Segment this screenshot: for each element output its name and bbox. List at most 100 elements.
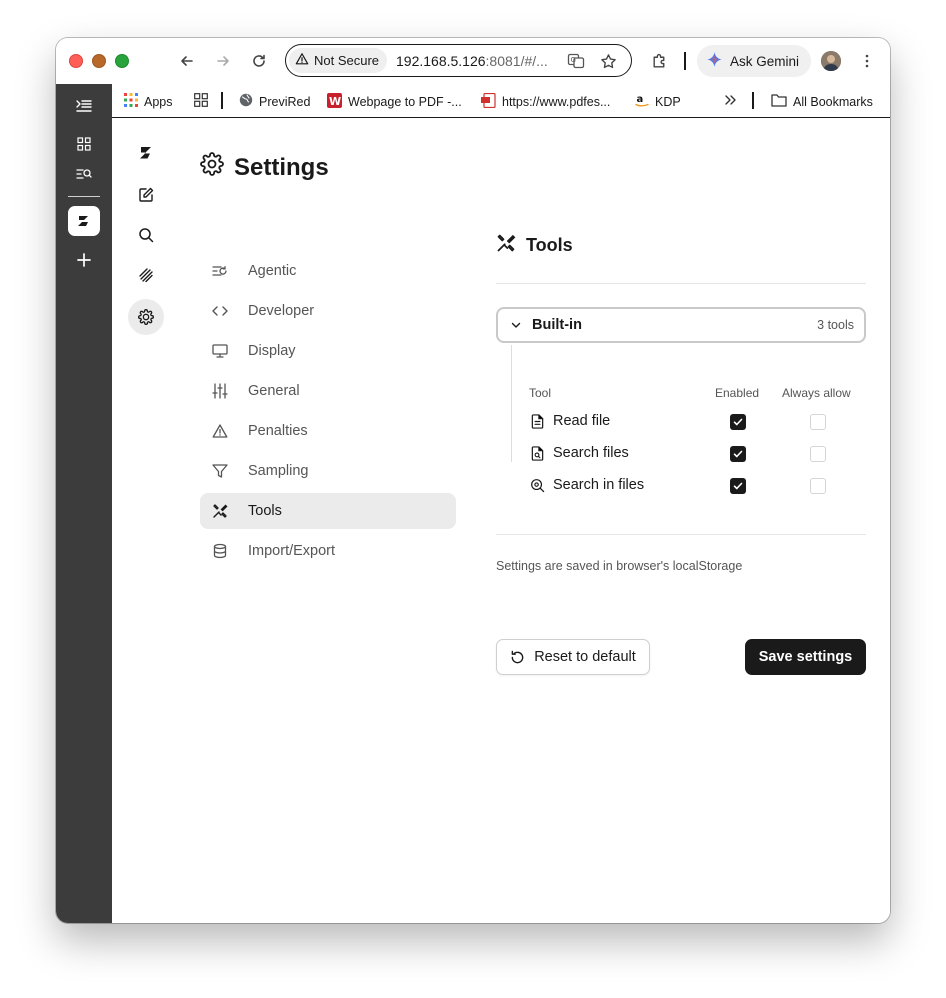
add-tab-icon[interactable] (68, 244, 100, 276)
warning-icon (295, 52, 309, 69)
app-logo-icon[interactable] (130, 137, 162, 169)
tool-name: Search files (553, 445, 629, 461)
settings-nav-display[interactable]: Display (200, 333, 456, 369)
new-chat-icon[interactable] (130, 179, 162, 211)
storage-note: Settings are saved in browser's localSto… (496, 559, 743, 573)
browser-menu-icon[interactable] (856, 50, 878, 72)
section-divider (496, 283, 866, 284)
bookmark-webpage-to-pdf[interactable]: W Webpage to PDF -... (327, 93, 462, 111)
monitor-icon (212, 344, 228, 358)
browser-window: Not Secure 192.168.5.126:8081/#/... G As… (56, 38, 890, 923)
close-window-button[interactable] (69, 54, 83, 68)
settings-nav-general[interactable]: General (200, 373, 456, 409)
rail-divider (68, 196, 100, 197)
group-name: Built-in (532, 317, 582, 333)
always-allow-checkbox[interactable] (810, 478, 826, 494)
tools-tree-line (511, 345, 512, 462)
always-allow-checkbox[interactable] (810, 414, 826, 430)
tool-row: Read file (530, 413, 610, 429)
zoom-in-icon (530, 478, 545, 493)
sidebar-rail (56, 84, 112, 923)
bookmark-pdfes[interactable]: https://www.pdfes... (481, 92, 610, 111)
settings-nav-import-export[interactable]: Import/Export (200, 533, 456, 569)
apps-grid-icon[interactable] (68, 128, 100, 160)
column-header-tool: Tool (529, 386, 552, 400)
back-arrow-icon[interactable] (176, 50, 198, 72)
bookmarks-overflow-icon[interactable] (724, 93, 738, 107)
builtin-tools-accordion[interactable]: Built-in 3 tools (496, 307, 866, 343)
enabled-checkbox[interactable] (730, 478, 746, 494)
gemini-label: Ask Gemini (730, 53, 800, 69)
page-title: Settings (200, 152, 329, 183)
forward-arrow-icon[interactable] (212, 50, 234, 72)
tools-icon (213, 504, 228, 518)
tools-section-title: Tools (496, 233, 573, 258)
tool-name: Search in files (553, 477, 645, 493)
rotate-ccw-icon (510, 650, 525, 665)
collapse-sidebar-icon[interactable] (68, 90, 100, 122)
tool-row: Search files (530, 445, 629, 461)
bookmarks-divider (221, 92, 223, 109)
code-icon (212, 306, 228, 316)
warning-icon (212, 424, 228, 438)
all-bookmarks-button[interactable]: All Bookmarks (771, 93, 873, 110)
tool-name: Read file (553, 413, 611, 429)
settings-nav-tools[interactable]: Tools (200, 493, 456, 529)
svg-text:a: a (637, 94, 644, 105)
bookmark-kdp[interactable]: a KDP (635, 93, 681, 110)
amazon-icon: a (635, 93, 649, 110)
reset-to-default-button[interactable]: Reset to default (496, 639, 650, 675)
column-header-always-allow: Always allow (782, 386, 851, 400)
tool-row: Search in files (530, 477, 644, 493)
settings-nav-agentic[interactable]: Agentic (200, 253, 456, 289)
sliders-icon (212, 383, 228, 399)
translate-icon[interactable]: G (567, 52, 585, 70)
tab-groups-icon[interactable] (194, 93, 208, 107)
profile-avatar[interactable] (821, 51, 841, 71)
search-list-icon[interactable] (68, 158, 100, 190)
bookmark-star-icon[interactable] (599, 52, 617, 70)
extensions-puzzle-icon[interactable] (648, 50, 670, 72)
address-bar[interactable]: Not Secure 192.168.5.126:8081/#/... G (285, 44, 632, 77)
filter-icon (212, 464, 228, 478)
bookmarks-divider (752, 92, 754, 109)
enabled-checkbox[interactable] (730, 446, 746, 462)
settings-nav-developer[interactable]: Developer (200, 293, 456, 329)
agentic-icon (212, 266, 227, 276)
database-icon (213, 543, 227, 559)
globe-icon (239, 93, 253, 110)
column-header-enabled: Enabled (715, 386, 760, 400)
chevron-down-icon (510, 319, 522, 331)
pdf-icon (481, 92, 496, 111)
zoom-window-button[interactable] (115, 54, 129, 68)
file-search-icon (530, 445, 545, 461)
settings-nav-penalties[interactable]: Penalties (200, 413, 456, 449)
tools-icon (496, 233, 516, 258)
reload-icon[interactable] (248, 50, 270, 72)
app-logo-tab[interactable] (68, 206, 100, 236)
section-divider (496, 534, 866, 535)
toolbar-divider (684, 52, 686, 70)
svg-text:G: G (571, 56, 576, 64)
folder-icon (771, 93, 787, 110)
file-text-icon (530, 413, 545, 429)
group-count: 3 tools (817, 318, 854, 332)
url-text: 192.168.5.126:8081/#/... (396, 53, 548, 69)
w-logo-icon: W (327, 93, 342, 111)
app-content: Settings Agentic Developer Display Gener… (112, 119, 890, 923)
enabled-checkbox[interactable] (730, 414, 746, 430)
search-icon[interactable] (130, 219, 162, 251)
settings-nav-sampling[interactable]: Sampling (200, 453, 456, 489)
security-chip[interactable]: Not Secure (289, 48, 388, 73)
settings-gear-icon[interactable] (128, 299, 164, 335)
bookmark-previred[interactable]: PreviRed (239, 93, 310, 110)
bookmark-apps[interactable]: Apps (124, 93, 173, 110)
save-settings-button[interactable]: Save settings (745, 639, 866, 675)
gemini-sparkle-icon (707, 52, 722, 70)
ask-gemini-button[interactable]: Ask Gemini (697, 45, 811, 77)
gear-icon (200, 152, 224, 183)
models-icon[interactable] (130, 259, 162, 291)
security-label: Not Secure (314, 53, 380, 68)
always-allow-checkbox[interactable] (810, 446, 826, 462)
minimize-window-button[interactable] (92, 54, 106, 68)
